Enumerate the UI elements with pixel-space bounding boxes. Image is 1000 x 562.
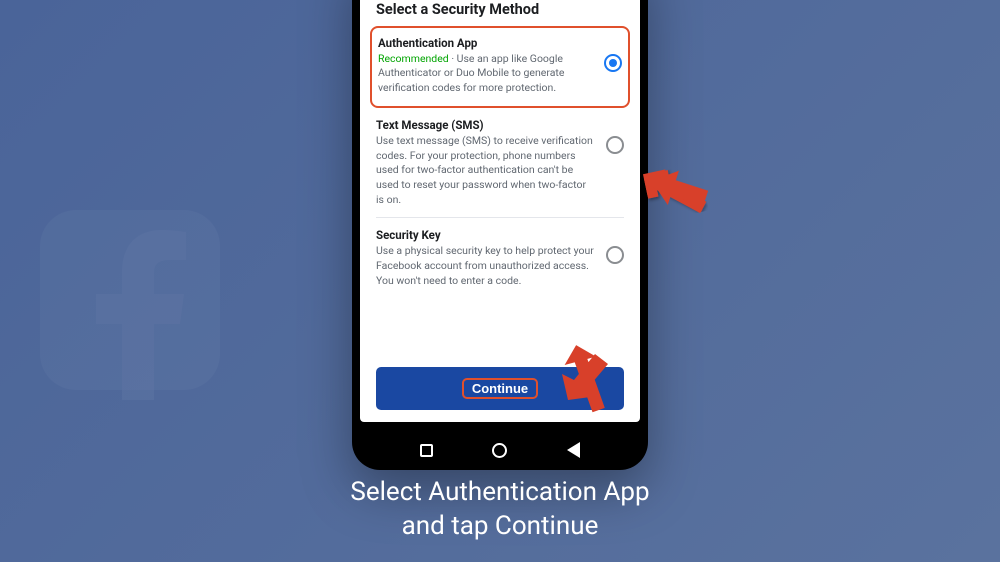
option-security-key[interactable]: Security Key Use a physical security key…	[376, 218, 624, 298]
continue-highlight: Continue	[462, 378, 538, 399]
option-auth-app[interactable]: Authentication App Recommended · Use an …	[378, 36, 622, 96]
instruction-caption: Select Authentication App and tap Contin…	[0, 476, 1000, 544]
option-desc: Recommended · Use an app like Google Aut…	[378, 52, 594, 96]
radio-sms[interactable]	[606, 136, 624, 154]
option-title: Authentication App	[378, 36, 594, 50]
arrow-annotation-top	[645, 160, 715, 220]
option-desc: Use a physical security key to help prot…	[376, 244, 596, 288]
arrow-annotation-bottom	[550, 348, 620, 413]
facebook-logo-bg	[30, 200, 230, 400]
radio-auth-app[interactable]	[604, 54, 622, 72]
back-icon[interactable]	[567, 442, 580, 458]
option-title: Text Message (SMS)	[376, 118, 596, 132]
option-desc: Use text message (SMS) to receive verifi…	[376, 134, 596, 207]
option-sms[interactable]: Text Message (SMS) Use text message (SMS…	[376, 108, 624, 218]
home-icon[interactable]	[492, 443, 507, 458]
android-nav-bar	[360, 430, 640, 470]
option-title: Security Key	[376, 228, 596, 242]
recent-apps-icon[interactable]	[420, 444, 433, 457]
option-highlight: Authentication App Recommended · Use an …	[370, 26, 630, 108]
section-heading: Select a Security Method	[376, 1, 624, 18]
radio-security-key[interactable]	[606, 246, 624, 264]
